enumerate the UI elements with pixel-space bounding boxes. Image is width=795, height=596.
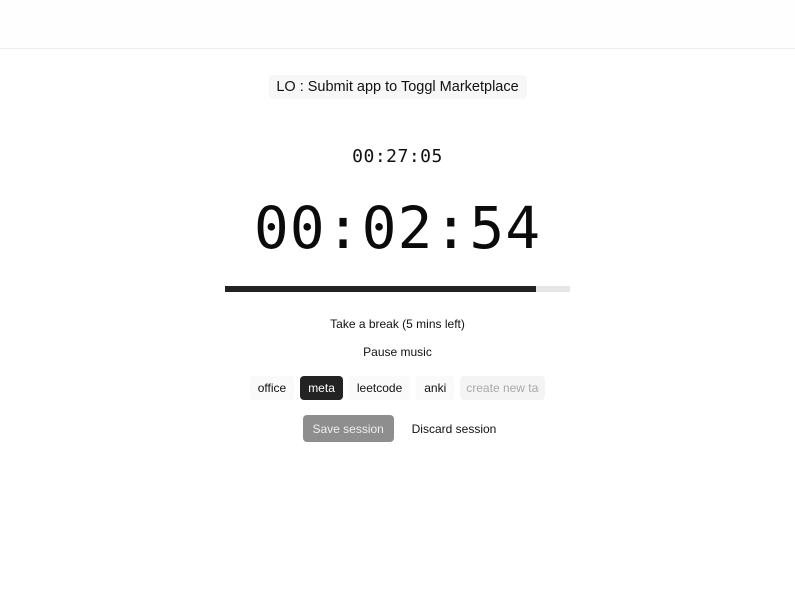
top-bar — [0, 0, 795, 49]
save-session-button[interactable]: Save session — [302, 415, 394, 442]
take-break-button[interactable]: Take a break (5 mins left) — [0, 317, 795, 331]
pause-music-button[interactable]: Pause music — [0, 345, 795, 359]
task-title: LO : Submit app to Toggl Marketplace — [268, 75, 527, 99]
tag-chip[interactable]: anki — [416, 376, 455, 400]
tag-chip[interactable]: meta — [300, 376, 343, 400]
tag-chip[interactable]: leetcode — [348, 376, 411, 400]
total-elapsed-time: 00:27:05 — [352, 146, 443, 167]
tag-list: office meta leetcode anki — [0, 376, 795, 400]
new-tag-input[interactable] — [460, 376, 546, 400]
session-progress-bar — [225, 286, 570, 292]
session-actions: Save session Discard session — [0, 415, 795, 442]
tag-chip[interactable]: office — [249, 376, 295, 400]
progress-fill — [225, 286, 536, 292]
discard-session-button[interactable]: Discard session — [412, 415, 497, 442]
session-timer: 00:02:54 — [253, 194, 542, 262]
